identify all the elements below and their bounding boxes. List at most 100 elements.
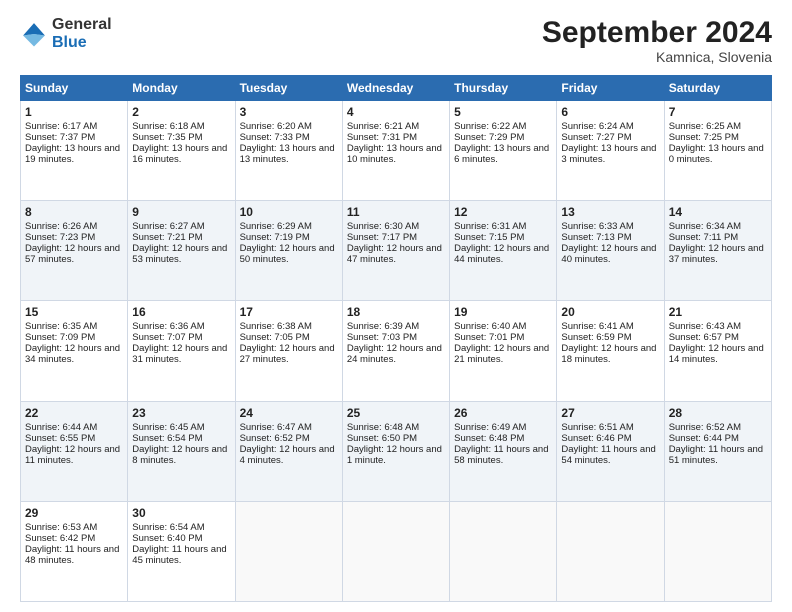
calendar-cell xyxy=(450,501,557,601)
sunset-label: Sunset: 7:13 PM xyxy=(561,232,631,243)
sunrise-label: Sunrise: 6:44 AM xyxy=(25,422,97,433)
day-number: 7 xyxy=(669,105,767,119)
daylight-label: Daylight: 12 hours and 34 minutes. xyxy=(25,343,120,365)
sunset-label: Sunset: 6:48 PM xyxy=(454,433,524,444)
sunset-label: Sunset: 7:19 PM xyxy=(240,232,310,243)
sunrise-label: Sunrise: 6:26 AM xyxy=(25,221,97,232)
day-number: 14 xyxy=(669,205,767,219)
daylight-label: Daylight: 11 hours and 58 minutes. xyxy=(454,444,548,466)
location: Kamnica, Slovenia xyxy=(542,49,772,65)
day-number: 30 xyxy=(132,506,230,520)
calendar-cell xyxy=(342,501,449,601)
daylight-label: Daylight: 13 hours and 13 minutes. xyxy=(240,143,335,165)
daylight-label: Daylight: 13 hours and 0 minutes. xyxy=(669,143,764,165)
daylight-label: Daylight: 13 hours and 10 minutes. xyxy=(347,143,442,165)
sunrise-label: Sunrise: 6:38 AM xyxy=(240,321,312,332)
sunset-label: Sunset: 7:17 PM xyxy=(347,232,417,243)
sunset-label: Sunset: 7:27 PM xyxy=(561,132,631,143)
sunrise-label: Sunrise: 6:53 AM xyxy=(25,522,97,533)
day-number: 17 xyxy=(240,305,338,319)
calendar-cell xyxy=(664,501,771,601)
day-number: 29 xyxy=(25,506,123,520)
sunset-label: Sunset: 6:57 PM xyxy=(669,332,739,343)
calendar-cell: 25 Sunrise: 6:48 AM Sunset: 6:50 PM Dayl… xyxy=(342,401,449,501)
day-number: 12 xyxy=(454,205,552,219)
sunset-label: Sunset: 6:55 PM xyxy=(25,433,95,444)
sunset-label: Sunset: 7:29 PM xyxy=(454,132,524,143)
sunset-label: Sunset: 6:44 PM xyxy=(669,433,739,444)
day-number: 13 xyxy=(561,205,659,219)
calendar-cell: 21 Sunrise: 6:43 AM Sunset: 6:57 PM Dayl… xyxy=(664,301,771,401)
sunset-label: Sunset: 7:37 PM xyxy=(25,132,95,143)
calendar-cell: 17 Sunrise: 6:38 AM Sunset: 7:05 PM Dayl… xyxy=(235,301,342,401)
sunrise-label: Sunrise: 6:21 AM xyxy=(347,121,419,132)
sunset-label: Sunset: 7:09 PM xyxy=(25,332,95,343)
col-tuesday: Tuesday xyxy=(235,76,342,101)
calendar-cell: 8 Sunrise: 6:26 AM Sunset: 7:23 PM Dayli… xyxy=(21,201,128,301)
day-number: 26 xyxy=(454,406,552,420)
calendar-row-2: 15 Sunrise: 6:35 AM Sunset: 7:09 PM Dayl… xyxy=(21,301,772,401)
sunrise-label: Sunrise: 6:24 AM xyxy=(561,121,633,132)
logo: General Blue xyxy=(20,16,112,51)
day-number: 11 xyxy=(347,205,445,219)
sunset-label: Sunset: 7:31 PM xyxy=(347,132,417,143)
calendar-cell: 27 Sunrise: 6:51 AM Sunset: 6:46 PM Dayl… xyxy=(557,401,664,501)
calendar-cell: 6 Sunrise: 6:24 AM Sunset: 7:27 PM Dayli… xyxy=(557,101,664,201)
sunrise-label: Sunrise: 6:52 AM xyxy=(669,422,741,433)
sunrise-label: Sunrise: 6:48 AM xyxy=(347,422,419,433)
day-number: 15 xyxy=(25,305,123,319)
col-thursday: Thursday xyxy=(450,76,557,101)
calendar-cell: 14 Sunrise: 6:34 AM Sunset: 7:11 PM Dayl… xyxy=(664,201,771,301)
sunrise-label: Sunrise: 6:45 AM xyxy=(132,422,204,433)
col-saturday: Saturday xyxy=(664,76,771,101)
logo-text: General Blue xyxy=(52,16,112,51)
daylight-label: Daylight: 12 hours and 21 minutes. xyxy=(454,343,549,365)
calendar-cell: 4 Sunrise: 6:21 AM Sunset: 7:31 PM Dayli… xyxy=(342,101,449,201)
sunset-label: Sunset: 6:52 PM xyxy=(240,433,310,444)
sunrise-label: Sunrise: 6:47 AM xyxy=(240,422,312,433)
sunset-label: Sunset: 7:33 PM xyxy=(240,132,310,143)
calendar-cell: 22 Sunrise: 6:44 AM Sunset: 6:55 PM Dayl… xyxy=(21,401,128,501)
sunset-label: Sunset: 7:25 PM xyxy=(669,132,739,143)
daylight-label: Daylight: 12 hours and 4 minutes. xyxy=(240,444,335,466)
sunrise-label: Sunrise: 6:22 AM xyxy=(454,121,526,132)
sunrise-label: Sunrise: 6:27 AM xyxy=(132,221,204,232)
calendar-cell: 28 Sunrise: 6:52 AM Sunset: 6:44 PM Dayl… xyxy=(664,401,771,501)
sunset-label: Sunset: 7:05 PM xyxy=(240,332,310,343)
header: General Blue September 2024 Kamnica, Slo… xyxy=(20,16,772,65)
calendar-cell: 19 Sunrise: 6:40 AM Sunset: 7:01 PM Dayl… xyxy=(450,301,557,401)
day-number: 24 xyxy=(240,406,338,420)
calendar-row-0: 1 Sunrise: 6:17 AM Sunset: 7:37 PM Dayli… xyxy=(21,101,772,201)
daylight-label: Daylight: 13 hours and 19 minutes. xyxy=(25,143,120,165)
day-number: 28 xyxy=(669,406,767,420)
sunset-label: Sunset: 7:01 PM xyxy=(454,332,524,343)
sunrise-label: Sunrise: 6:43 AM xyxy=(669,321,741,332)
sunset-label: Sunset: 6:50 PM xyxy=(347,433,417,444)
sunset-label: Sunset: 6:59 PM xyxy=(561,332,631,343)
col-wednesday: Wednesday xyxy=(342,76,449,101)
sunrise-label: Sunrise: 6:30 AM xyxy=(347,221,419,232)
calendar-table: Sunday Monday Tuesday Wednesday Thursday… xyxy=(20,75,772,602)
daylight-label: Daylight: 12 hours and 40 minutes. xyxy=(561,243,656,265)
calendar-cell: 13 Sunrise: 6:33 AM Sunset: 7:13 PM Dayl… xyxy=(557,201,664,301)
calendar-cell: 1 Sunrise: 6:17 AM Sunset: 7:37 PM Dayli… xyxy=(21,101,128,201)
sunset-label: Sunset: 7:03 PM xyxy=(347,332,417,343)
daylight-label: Daylight: 12 hours and 37 minutes. xyxy=(669,243,764,265)
sunrise-label: Sunrise: 6:35 AM xyxy=(25,321,97,332)
daylight-label: Daylight: 12 hours and 50 minutes. xyxy=(240,243,335,265)
calendar-cell xyxy=(235,501,342,601)
sunset-label: Sunset: 6:46 PM xyxy=(561,433,631,444)
calendar-row-4: 29 Sunrise: 6:53 AM Sunset: 6:42 PM Dayl… xyxy=(21,501,772,601)
day-number: 23 xyxy=(132,406,230,420)
calendar-cell: 18 Sunrise: 6:39 AM Sunset: 7:03 PM Dayl… xyxy=(342,301,449,401)
daylight-label: Daylight: 12 hours and 31 minutes. xyxy=(132,343,227,365)
day-number: 3 xyxy=(240,105,338,119)
sunset-label: Sunset: 6:42 PM xyxy=(25,533,95,544)
logo-general-text: General xyxy=(52,16,112,34)
sunset-label: Sunset: 7:11 PM xyxy=(669,232,739,243)
sunrise-label: Sunrise: 6:34 AM xyxy=(669,221,741,232)
calendar-cell: 11 Sunrise: 6:30 AM Sunset: 7:17 PM Dayl… xyxy=(342,201,449,301)
calendar-header-row: Sunday Monday Tuesday Wednesday Thursday… xyxy=(21,76,772,101)
calendar-cell: 9 Sunrise: 6:27 AM Sunset: 7:21 PM Dayli… xyxy=(128,201,235,301)
day-number: 22 xyxy=(25,406,123,420)
